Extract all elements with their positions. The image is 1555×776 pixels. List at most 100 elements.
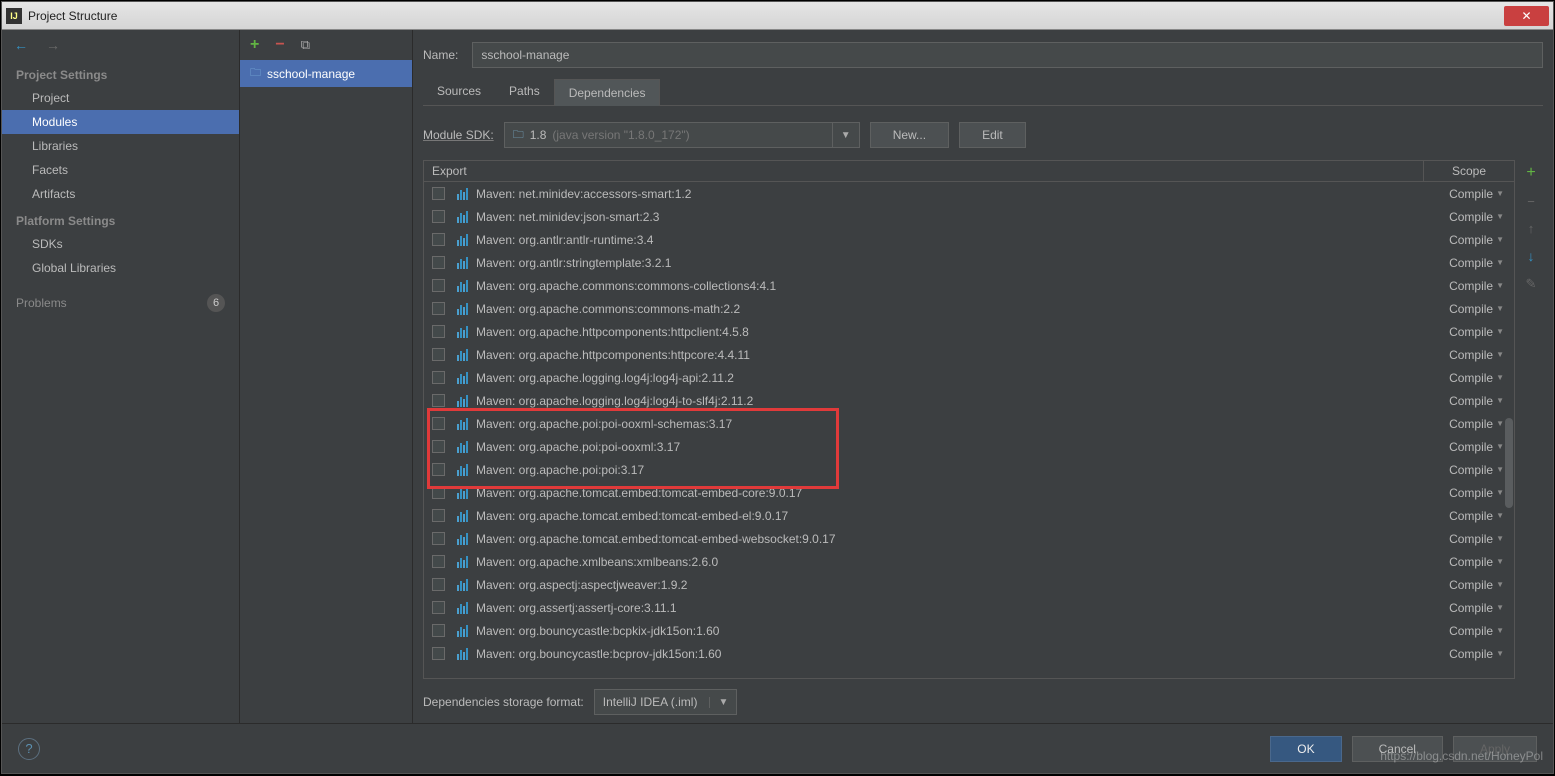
copy-module-icon[interactable]: ⧉ [301, 37, 310, 53]
export-checkbox[interactable] [432, 348, 445, 361]
dependency-name: Maven: org.apache.tomcat.embed:tomcat-em… [472, 532, 1438, 546]
export-checkbox[interactable] [432, 256, 445, 269]
dependency-row[interactable]: Maven: org.aspectj:aspectjweaver:1.9.2Co… [424, 573, 1514, 596]
library-icon [452, 257, 472, 269]
library-icon [452, 395, 472, 407]
add-module-icon[interactable]: + [250, 36, 259, 54]
nav-item-project[interactable]: Project [2, 86, 239, 110]
scope-select[interactable]: Compile▼ [1438, 187, 1514, 201]
nav-item-facets[interactable]: Facets [2, 158, 239, 182]
nav-item-modules[interactable]: Modules [2, 110, 239, 134]
tab-paths[interactable]: Paths [495, 78, 554, 105]
scope-select[interactable]: Compile▼ [1438, 509, 1514, 523]
export-checkbox[interactable] [432, 555, 445, 568]
export-checkbox[interactable] [432, 417, 445, 430]
scope-select[interactable]: Compile▼ [1438, 601, 1514, 615]
nav-item-sdks[interactable]: SDKs [2, 232, 239, 256]
dependency-row[interactable]: Maven: org.apache.logging.log4j:log4j-ap… [424, 366, 1514, 389]
help-icon[interactable]: ? [18, 738, 40, 760]
export-checkbox[interactable] [432, 532, 445, 545]
export-checkbox[interactable] [432, 210, 445, 223]
export-checkbox[interactable] [432, 371, 445, 384]
chevron-down-icon: ▼ [709, 697, 728, 708]
scope-select[interactable]: Compile▼ [1438, 440, 1514, 454]
tab-sources[interactable]: Sources [423, 78, 495, 105]
scope-select[interactable]: Compile▼ [1438, 417, 1514, 431]
export-checkbox[interactable] [432, 279, 445, 292]
library-icon [452, 625, 472, 637]
export-checkbox[interactable] [432, 325, 445, 338]
dependency-row[interactable]: Maven: net.minidev:accessors-smart:1.2Co… [424, 182, 1514, 205]
export-checkbox[interactable] [432, 624, 445, 637]
scope-select[interactable]: Compile▼ [1438, 233, 1514, 247]
dependency-row[interactable]: Maven: org.assertj:assertj-core:3.11.1Co… [424, 596, 1514, 619]
edit-dependency-icon[interactable]: ✎ [1526, 276, 1537, 292]
dependency-row[interactable]: Maven: org.bouncycastle:bcpkix-jdk15on:1… [424, 619, 1514, 642]
dependency-row[interactable]: Maven: net.minidev:json-smart:2.3Compile… [424, 205, 1514, 228]
remove-module-icon[interactable]: − [275, 36, 284, 54]
export-checkbox[interactable] [432, 440, 445, 453]
nav-back-icon[interactable]: ← [14, 37, 28, 53]
scope-select[interactable]: Compile▼ [1438, 302, 1514, 316]
scope-select[interactable]: Compile▼ [1438, 256, 1514, 270]
scope-select[interactable]: Compile▼ [1438, 394, 1514, 408]
tab-dependencies[interactable]: Dependencies [554, 79, 661, 106]
remove-dependency-icon[interactable]: − [1527, 194, 1535, 209]
export-checkbox[interactable] [432, 647, 445, 660]
dependency-row[interactable]: Maven: org.antlr:stringtemplate:3.2.1Com… [424, 251, 1514, 274]
scope-select[interactable]: Compile▼ [1438, 532, 1514, 546]
scrollbar-thumb[interactable] [1505, 418, 1513, 508]
scope-select[interactable]: Compile▼ [1438, 348, 1514, 362]
dependency-row[interactable]: Maven: org.apache.tomcat.embed:tomcat-em… [424, 481, 1514, 504]
edit-button[interactable]: Edit [959, 122, 1026, 148]
dependency-name: Maven: org.bouncycastle:bcpkix-jdk15on:1… [472, 624, 1438, 638]
scope-select[interactable]: Compile▼ [1438, 279, 1514, 293]
dependency-row[interactable]: Maven: org.bouncycastle:bcprov-jdk15on:1… [424, 642, 1514, 665]
dependency-row[interactable]: Maven: org.apache.xmlbeans:xmlbeans:2.6.… [424, 550, 1514, 573]
export-checkbox[interactable] [432, 578, 445, 591]
dependency-row[interactable]: Maven: org.apache.poi:poi-ooxml-schemas:… [424, 412, 1514, 435]
dependency-row[interactable]: Maven: org.apache.poi:poi-ooxml:3.17Comp… [424, 435, 1514, 458]
storage-select[interactable]: IntelliJ IDEA (.iml) ▼ [594, 689, 738, 715]
dependency-row[interactable]: Maven: org.apache.tomcat.embed:tomcat-em… [424, 527, 1514, 550]
new-button[interactable]: New... [870, 122, 949, 148]
dependency-row[interactable]: Maven: org.antlr:antlr-runtime:3.4Compil… [424, 228, 1514, 251]
scope-select[interactable]: Compile▼ [1438, 463, 1514, 477]
export-checkbox[interactable] [432, 486, 445, 499]
export-checkbox[interactable] [432, 302, 445, 315]
dependency-row[interactable]: Maven: org.apache.logging.log4j:log4j-to… [424, 389, 1514, 412]
nav-item-libraries[interactable]: Libraries [2, 134, 239, 158]
scope-select[interactable]: Compile▼ [1438, 325, 1514, 339]
dependency-row[interactable]: Maven: org.apache.commons:commons-collec… [424, 274, 1514, 297]
module-item[interactable]: 🗀 sschool-manage [240, 60, 412, 87]
dependency-row[interactable]: Maven: org.apache.commons:commons-math:2… [424, 297, 1514, 320]
nav-forward-icon[interactable]: → [46, 37, 60, 53]
export-checkbox[interactable] [432, 509, 445, 522]
nav-item-global-libraries[interactable]: Global Libraries [2, 256, 239, 280]
export-checkbox[interactable] [432, 601, 445, 614]
dependency-row[interactable]: Maven: org.apache.poi:poi:3.17Compile▼ [424, 458, 1514, 481]
export-checkbox[interactable] [432, 463, 445, 476]
export-checkbox[interactable] [432, 394, 445, 407]
close-button[interactable]: ✕ [1504, 6, 1549, 26]
ok-button[interactable]: OK [1270, 736, 1341, 762]
export-checkbox[interactable] [432, 233, 445, 246]
scope-select[interactable]: Compile▼ [1438, 555, 1514, 569]
export-checkbox[interactable] [432, 187, 445, 200]
dependency-row[interactable]: Maven: org.apache.tomcat.embed:tomcat-em… [424, 504, 1514, 527]
scope-select[interactable]: Compile▼ [1438, 371, 1514, 385]
move-up-icon[interactable]: ↑ [1528, 221, 1535, 236]
nav-item-artifacts[interactable]: Artifacts [2, 182, 239, 206]
scope-select[interactable]: Compile▼ [1438, 647, 1514, 661]
name-input[interactable] [472, 42, 1543, 68]
dependency-row[interactable]: Maven: org.apache.httpcomponents:httpcli… [424, 320, 1514, 343]
scope-select[interactable]: Compile▼ [1438, 578, 1514, 592]
scope-select[interactable]: Compile▼ [1438, 210, 1514, 224]
nav-problems[interactable]: Problems 6 [2, 286, 239, 320]
add-dependency-icon[interactable]: + [1526, 164, 1535, 182]
move-down-icon[interactable]: ↓ [1528, 248, 1535, 264]
sdk-select[interactable]: 🗀 1.8 (java version "1.8.0_172") ▼ [504, 122, 860, 148]
scope-select[interactable]: Compile▼ [1438, 624, 1514, 638]
dependency-row[interactable]: Maven: org.apache.httpcomponents:httpcor… [424, 343, 1514, 366]
scope-select[interactable]: Compile▼ [1438, 486, 1514, 500]
